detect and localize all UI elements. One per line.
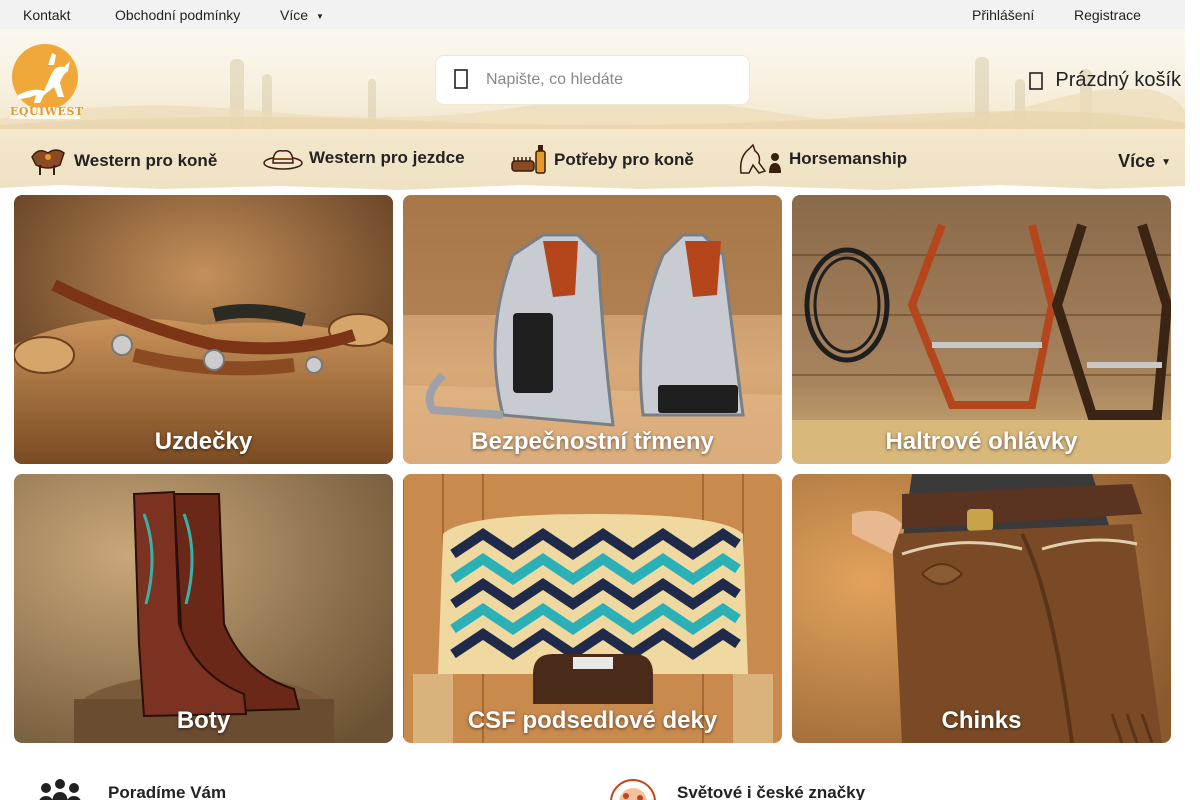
chinks-photo-icon — [792, 474, 1171, 743]
nav-item-label: Horsemanship — [789, 149, 908, 168]
saddle-pad-photo-icon — [403, 474, 782, 743]
terms-link[interactable]: Obchodní podmínky — [115, 7, 240, 23]
cart-label: Prázdný košík — [1055, 69, 1181, 91]
saddle-icon — [31, 149, 65, 175]
category-tile-csf-saddle-pads[interactable]: CSF podsedlové deky — [403, 474, 782, 743]
nav-item-horse-supplies[interactable]: Potřeby pro koně — [510, 143, 694, 177]
site-header: EQUIWEST Prázdný košík — [0, 29, 1185, 129]
nav-item-label: Western pro koně — [74, 151, 218, 170]
register-link[interactable]: Registrace — [1074, 7, 1141, 23]
tile-label: Uzdečky — [154, 428, 253, 455]
chevron-down-icon: ▼ — [1161, 157, 1171, 168]
cowboy-hat-icon — [263, 150, 303, 170]
boots-photo-icon — [14, 474, 393, 743]
info-advice: Poradíme Vám — [36, 778, 226, 800]
logo-text: EQUIWEST — [10, 105, 84, 118]
horse-and-rider-icon — [739, 143, 781, 174]
tile-label: Chinks — [941, 707, 1022, 734]
halters-photo-icon — [792, 195, 1171, 464]
info-advice-text: Poradíme Vám — [108, 783, 227, 800]
category-nav: Western pro koně Western pro jezdce Potř… — [0, 129, 1185, 190]
brand-badge-icon — [610, 779, 656, 800]
info-brands-text: Světové i české značky — [677, 783, 866, 800]
category-tile-chinks[interactable]: Chinks — [792, 474, 1171, 743]
chevron-down-icon: ▼ — [316, 12, 324, 21]
nav-item-horsemanship[interactable]: Horsemanship — [737, 143, 907, 175]
nav-more-menu[interactable]: Více ▼ — [1118, 151, 1171, 172]
stirrups-photo-icon — [403, 195, 782, 464]
category-tile-halters[interactable]: Haltrové ohlávky — [792, 195, 1171, 464]
torn-edge-decoration — [0, 183, 1185, 190]
tile-label: Boty — [176, 707, 231, 734]
search-icon[interactable] — [454, 69, 468, 89]
bridle-photo-icon — [14, 195, 393, 464]
more-menu-top[interactable]: Více ▼ — [280, 7, 324, 23]
nav-item-western-horse[interactable]: Western pro koně — [28, 143, 217, 179]
grooming-supplies-icon — [511, 145, 546, 174]
category-tile-bridles[interactable]: Uzdečky — [14, 195, 393, 464]
login-link[interactable]: Přihlášení — [972, 7, 1034, 23]
category-tile-safety-stirrups[interactable]: Bezpečnostní třmeny — [403, 195, 782, 464]
contact-link[interactable]: Kontakt — [23, 7, 70, 23]
top-utility-bar: Kontakt Obchodní podmínky Více ▼ Přihláše… — [0, 0, 1185, 29]
cart-icon — [1029, 71, 1044, 90]
nav-item-label: Western pro jezdce — [309, 148, 465, 167]
people-support-icon — [39, 779, 81, 800]
tile-label: Haltrové ohlávky — [885, 428, 1078, 455]
search-input[interactable] — [486, 68, 736, 92]
nav-item-western-rider[interactable]: Western pro jezdce — [263, 143, 465, 173]
tile-label: Bezpečnostní třmeny — [471, 428, 714, 455]
more-menu-top-label: Více — [280, 7, 309, 23]
nav-item-label: Potřeby pro koně — [554, 150, 694, 169]
info-brands: Světové i české značky — [610, 778, 865, 800]
equiwest-logo[interactable]: EQUIWEST — [4, 43, 86, 121]
nav-more-label: Více — [1118, 151, 1156, 171]
search-box — [436, 56, 749, 104]
category-tile-boots[interactable]: Boty — [14, 474, 393, 743]
cart-button[interactable]: Prázdný košík — [1029, 69, 1181, 92]
tile-label: CSF podsedlové deky — [467, 707, 718, 734]
